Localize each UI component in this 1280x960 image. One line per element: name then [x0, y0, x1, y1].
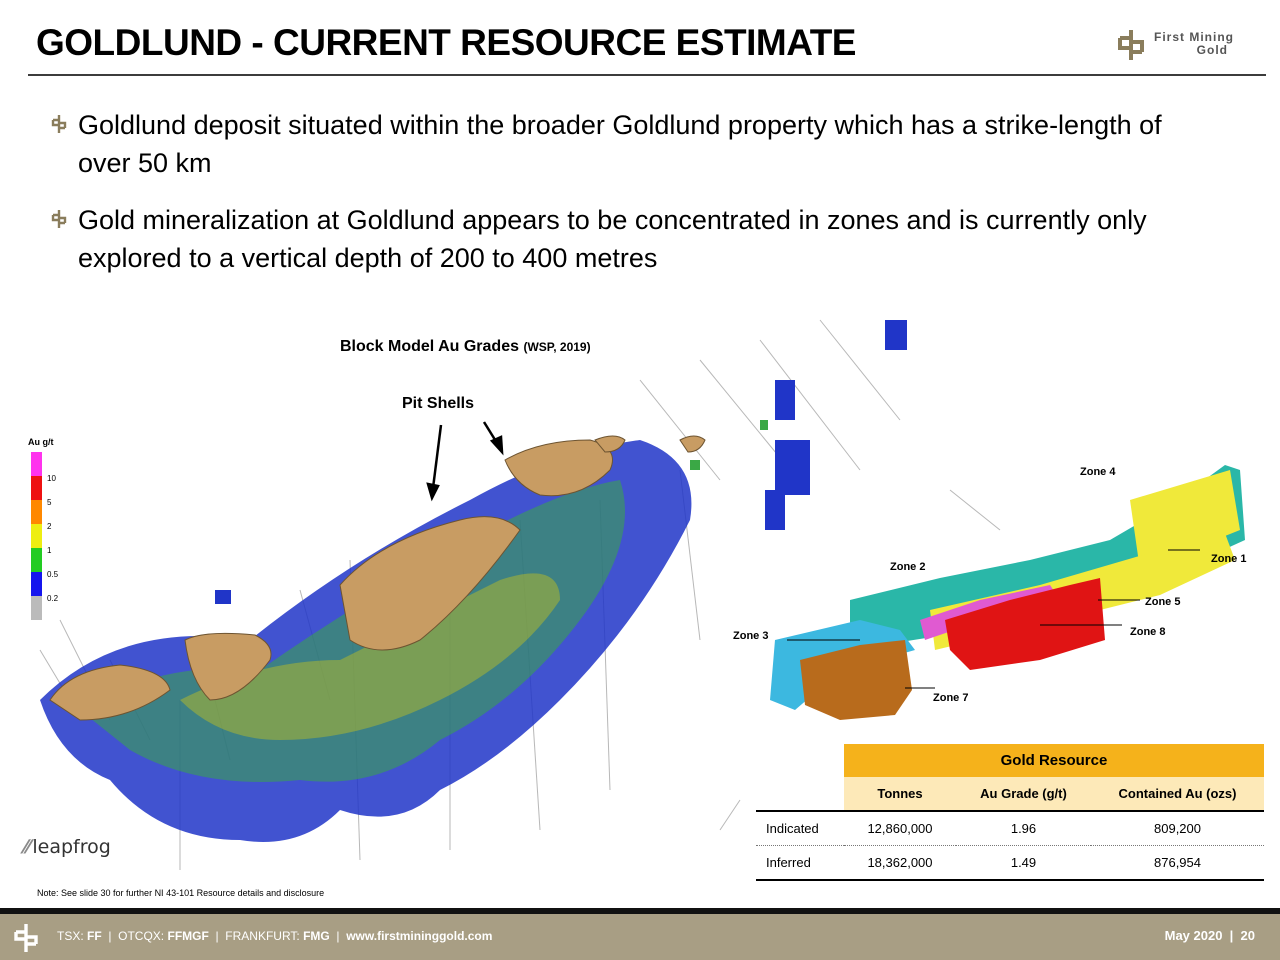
- legend-value: 0.5: [47, 570, 59, 579]
- row-tonnes: 18,362,000: [844, 845, 956, 881]
- legend-swatch: [31, 476, 42, 500]
- row-ounces: 809,200: [1091, 811, 1264, 846]
- column-header: Tonnes: [844, 777, 956, 812]
- pit-shells-label: Pit Shells: [402, 395, 475, 412]
- zone-3-label: Zone 3: [733, 630, 769, 642]
- bullet-1-text: Goldlund deposit situated within the bro…: [78, 110, 1162, 178]
- zone-5-label: Zone 5: [1145, 596, 1181, 608]
- legend-value: 0.2: [47, 594, 59, 603]
- caption-main: Block Model Au Grades: [340, 338, 519, 355]
- zone-1-label: Zone 1: [1211, 553, 1247, 565]
- gold-resource-table: Gold Resource Tonnes Au Grade (g/t) Cont…: [756, 744, 1264, 881]
- table-row: Indicated 12,860,000 1.96 809,200: [756, 811, 1264, 846]
- row-tonnes: 12,860,000: [844, 811, 956, 846]
- leapfrog-wordmark: leapfrog: [32, 836, 111, 858]
- logo-line-1: First Mining: [1154, 30, 1234, 44]
- grade-legend: Au g/t 10 5 2 1 0.5 0.2: [28, 437, 58, 620]
- row-grade: 1.49: [956, 845, 1091, 881]
- legend-title: Au g/t: [28, 437, 54, 447]
- column-header: Au Grade (g/t): [956, 777, 1091, 812]
- legend-swatch: [31, 452, 42, 476]
- zone-7-label: Zone 7: [933, 692, 969, 704]
- bullet-icon: [51, 210, 67, 228]
- first-mining-logo-icon: [1118, 30, 1144, 60]
- row-grade: 1.96: [956, 811, 1091, 846]
- row-category: Indicated: [756, 811, 844, 846]
- zone-8-label: Zone 8: [1130, 626, 1166, 638]
- table-row: Inferred 18,362,000 1.49 876,954: [756, 845, 1264, 881]
- column-header: Contained Au (ozs): [1091, 777, 1264, 812]
- first-mining-logo-icon: [14, 924, 38, 952]
- website-link[interactable]: www.firstmininggold.com: [346, 929, 492, 943]
- legend-swatch: [31, 596, 42, 620]
- bullet-2: Gold mineralization at Goldlund appears …: [50, 201, 1200, 277]
- tsx-ticker: FF: [87, 929, 102, 943]
- page-number: 20: [1240, 928, 1255, 943]
- legend-value: 1: [47, 546, 52, 555]
- figure-caption: Block Model Au Grades (WSP, 2019): [340, 338, 591, 356]
- logo-line-2: Gold: [1196, 43, 1228, 57]
- legend-swatch: [31, 572, 42, 596]
- legend-value: 10: [47, 474, 56, 483]
- legend-swatch: [31, 524, 42, 548]
- disclosure-note: Note: See slide 30 for further NI 43-101…: [37, 888, 325, 898]
- bullet-icon: [51, 115, 67, 133]
- footer-date-page: May 2020 | 20: [1164, 928, 1255, 943]
- legend-swatch: [31, 500, 42, 524]
- table-title: Gold Resource: [844, 744, 1264, 777]
- title-rule: [28, 74, 1266, 76]
- leapfrog-logo: ⁄⁄ leapfrog: [24, 836, 111, 858]
- footer: TSX: FF | OTCQX: FFMGF | FRANKFURT: FMG …: [0, 914, 1280, 960]
- otcqx-ticker: FFMGF: [167, 929, 209, 943]
- leapfrog-mark-icon: ⁄⁄: [24, 836, 31, 858]
- row-category: Inferred: [756, 845, 844, 881]
- legend-value: 5: [47, 498, 52, 507]
- frankfurt-ticker: FMG: [303, 929, 330, 943]
- company-logo: First Mining Gold: [1114, 26, 1254, 66]
- footer-tickers: TSX: FF | OTCQX: FFMGF | FRANKFURT: FMG …: [57, 929, 493, 943]
- bullet-2-text: Gold mineralization at Goldlund appears …: [78, 205, 1147, 273]
- caption-source: (WSP, 2019): [523, 340, 591, 354]
- zone-model: [770, 465, 1245, 720]
- zone-4-label: Zone 4: [1080, 466, 1116, 478]
- slide-title: GOLDLUND - CURRENT RESOURCE ESTIMATE: [36, 22, 856, 63]
- legend-value: 2: [47, 522, 52, 531]
- legend-swatch: [31, 548, 42, 572]
- footer-date: May 2020: [1164, 928, 1223, 943]
- zone-2-label: Zone 2: [890, 561, 926, 573]
- row-ounces: 876,954: [1091, 845, 1264, 881]
- bullet-1: Goldlund deposit situated within the bro…: [50, 106, 1200, 182]
